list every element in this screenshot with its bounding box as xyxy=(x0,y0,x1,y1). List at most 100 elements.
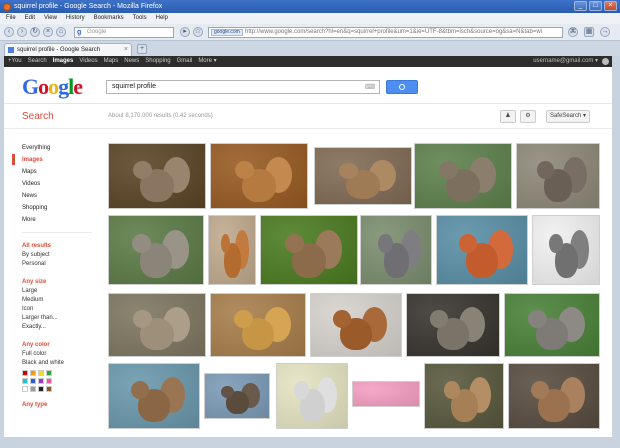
filter-any-type[interactable]: Any type xyxy=(22,400,98,410)
forward-icon[interactable]: › xyxy=(17,27,27,37)
search-button[interactable] xyxy=(386,80,418,94)
filter-black-white[interactable]: Black and white xyxy=(22,359,98,368)
gear-icon[interactable] xyxy=(602,58,609,65)
filter-large[interactable]: Large xyxy=(22,287,98,296)
maximize-button[interactable]: □ xyxy=(589,1,602,11)
bookmark-star-icon[interactable]: ☆ xyxy=(193,27,203,37)
google-logo[interactable]: Google xyxy=(22,74,83,100)
stop-icon[interactable]: × xyxy=(43,27,53,37)
reload-icon[interactable]: ↻ xyxy=(30,27,40,37)
filter-any-size[interactable]: Any size xyxy=(22,277,98,287)
color-swatch[interactable] xyxy=(38,378,44,384)
color-swatch[interactable] xyxy=(22,378,28,384)
color-swatch[interactable] xyxy=(22,370,28,376)
color-swatch[interactable] xyxy=(38,386,44,392)
image-result[interactable] xyxy=(352,381,420,407)
image-result[interactable] xyxy=(424,363,504,429)
gbar-search[interactable]: Search xyxy=(28,56,47,67)
go-arrow-icon[interactable]: → xyxy=(600,27,610,37)
menu-history[interactable]: History xyxy=(66,13,85,24)
gbar-gmail[interactable]: Gmail xyxy=(177,56,193,67)
color-swatch[interactable] xyxy=(46,378,52,384)
gbar-news[interactable]: News xyxy=(124,56,139,67)
gbar-shopping[interactable]: Shopping xyxy=(145,56,170,67)
tab-close-icon[interactable]: × xyxy=(124,44,128,56)
gbar-more[interactable]: More ▾ xyxy=(198,56,216,67)
search-input[interactable]: squirrel profile ⌨ xyxy=(106,80,380,94)
filter-full-color[interactable]: Full color xyxy=(22,350,98,359)
image-result[interactable] xyxy=(360,215,432,285)
gbar-images[interactable]: Images xyxy=(53,56,74,67)
image-result[interactable] xyxy=(108,215,204,285)
image-result[interactable] xyxy=(260,215,358,285)
menu-edit[interactable]: Edit xyxy=(25,13,35,24)
gbar-videos[interactable]: Videos xyxy=(79,56,97,67)
filter-larger-than[interactable]: Larger than... xyxy=(22,314,98,323)
filter-personal[interactable]: Personal xyxy=(22,260,98,269)
color-swatch[interactable] xyxy=(22,386,28,392)
search-go-icon[interactable]: ▸ xyxy=(180,27,190,37)
gbar-plus-you[interactable]: +You xyxy=(8,56,22,67)
image-result[interactable] xyxy=(276,363,348,429)
gbar-maps[interactable]: Maps xyxy=(104,56,119,67)
image-result[interactable] xyxy=(414,143,512,209)
account-menu[interactable]: username@gmail.com ▾ xyxy=(533,56,598,67)
image-result[interactable] xyxy=(210,143,308,209)
filter-any-color[interactable]: Any color xyxy=(22,340,98,350)
menu-help[interactable]: Help xyxy=(156,13,168,24)
back-icon[interactable]: ‹ xyxy=(4,27,14,37)
color-swatch[interactable] xyxy=(30,370,36,376)
squirrel-head xyxy=(438,160,459,179)
options-icon[interactable]: ⚙ xyxy=(520,110,536,123)
color-swatch[interactable] xyxy=(46,370,52,376)
image-result[interactable] xyxy=(436,215,528,285)
filter-exactly[interactable]: Exactly... xyxy=(22,323,98,332)
home-icon[interactable]: ⌂ xyxy=(56,27,66,37)
filter-by-subject[interactable]: By subject xyxy=(22,251,98,260)
filter-all-results[interactable]: All results xyxy=(22,241,98,251)
tab-active[interactable]: squirrel profile - Google Search × xyxy=(4,43,132,56)
addon-icon[interactable]: ▦ xyxy=(584,27,594,37)
filter-medium[interactable]: Medium xyxy=(22,296,98,305)
image-result[interactable] xyxy=(108,363,200,429)
person-icon[interactable]: ♟ xyxy=(500,110,516,123)
image-result[interactable] xyxy=(210,293,306,357)
image-result[interactable] xyxy=(108,143,206,209)
color-swatch[interactable] xyxy=(30,378,36,384)
filter-icon[interactable]: Icon xyxy=(22,305,98,314)
close-window-button[interactable]: × xyxy=(604,1,617,11)
color-swatch[interactable] xyxy=(46,386,52,392)
minimize-button[interactable]: _ xyxy=(574,1,587,11)
color-swatch[interactable] xyxy=(38,370,44,376)
safesearch-dropdown[interactable]: SafeSearch ▾ xyxy=(546,110,590,123)
sidebar-item-more[interactable]: More xyxy=(22,214,98,226)
image-result[interactable] xyxy=(504,293,600,357)
sidebar-item-news[interactable]: News xyxy=(22,190,98,202)
image-result[interactable] xyxy=(208,215,256,285)
image-result[interactable] xyxy=(508,363,600,429)
sidebar-item-maps[interactable]: Maps xyxy=(22,166,98,178)
new-tab-icon[interactable]: + xyxy=(137,44,147,54)
sidebar-item-shopping[interactable]: Shopping xyxy=(22,202,98,214)
rss-icon[interactable]: ⌘ xyxy=(568,27,578,37)
image-result[interactable] xyxy=(314,147,412,205)
google-bar: +You Search Images Videos Maps News Shop… xyxy=(4,56,612,67)
color-swatch[interactable] xyxy=(30,386,36,392)
menu-tools[interactable]: Tools xyxy=(133,13,147,24)
keyboard-icon[interactable]: ⌨ xyxy=(365,82,375,94)
image-result[interactable] xyxy=(310,293,402,357)
image-result[interactable] xyxy=(406,293,500,357)
menu-view[interactable]: View xyxy=(44,13,57,24)
menu-file[interactable]: File xyxy=(6,13,16,24)
url-bar[interactable]: google.com http://www.google.com/search?… xyxy=(208,27,563,38)
sidebar-item-images[interactable]: Images xyxy=(12,154,98,166)
sidebar-item-videos[interactable]: Videos xyxy=(22,178,98,190)
menu-bookmarks[interactable]: Bookmarks xyxy=(94,13,124,24)
image-result[interactable] xyxy=(532,215,600,285)
image-result[interactable] xyxy=(516,143,600,209)
image-result[interactable] xyxy=(204,373,270,419)
sidebar-item-everything[interactable]: Everything xyxy=(22,142,98,154)
toolbar-search-input[interactable]: g Google xyxy=(74,27,174,38)
image-result[interactable] xyxy=(108,293,206,357)
site-identity-badge[interactable]: google.com xyxy=(211,29,243,36)
